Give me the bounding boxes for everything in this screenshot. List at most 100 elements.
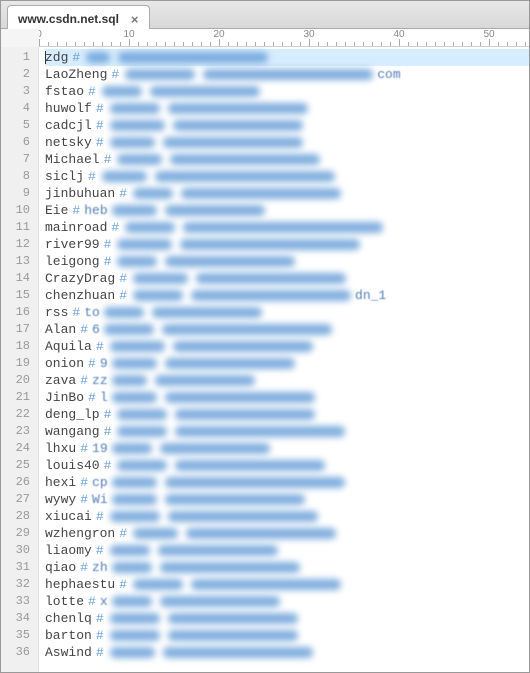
username: hexi [45, 475, 76, 490]
file-tab[interactable]: www.csdn.net.sql × [7, 5, 150, 29]
code-area[interactable]: zdg#LaoZheng#comfstao#huwolf#cadcjl#nets… [39, 47, 529, 672]
obscured-content [102, 171, 335, 182]
partial-text: Wi [92, 492, 110, 507]
separator: # [68, 50, 84, 65]
obscured-content [133, 290, 351, 301]
username: wywy [45, 492, 76, 507]
obscured-content [110, 103, 308, 114]
separator: # [100, 407, 116, 422]
code-line[interactable]: Alan#6 [45, 321, 529, 338]
code-line[interactable]: netsky# [45, 134, 529, 151]
obscured-content [112, 392, 315, 403]
obscured-content [110, 647, 313, 658]
tab-title: www.csdn.net.sql [18, 12, 119, 26]
line-number: 26 [1, 474, 38, 491]
code-line[interactable]: xiucai# [45, 508, 529, 525]
code-line[interactable]: hephaestu# [45, 576, 529, 593]
separator: # [84, 390, 100, 405]
username: hephaestu [45, 577, 115, 592]
obscured-content [112, 494, 305, 505]
editor-window: www.csdn.net.sql × 0102030405060 1234567… [0, 0, 530, 673]
code-line[interactable]: huwolf# [45, 100, 529, 117]
code-line[interactable]: cadcjl# [45, 117, 529, 134]
code-line[interactable]: lotte#x [45, 593, 529, 610]
code-line[interactable]: jinbuhuan# [45, 185, 529, 202]
partial-text: x [100, 594, 110, 609]
separator: # [68, 203, 84, 218]
line-number: 1 [1, 49, 38, 66]
code-line[interactable]: Aswind# [45, 644, 529, 661]
username: qiao [45, 560, 76, 575]
obscured-content [133, 273, 346, 284]
line-number: 35 [1, 627, 38, 644]
username: barton [45, 628, 92, 643]
code-line[interactable]: river99# [45, 236, 529, 253]
separator: # [84, 356, 100, 371]
username: fstao [45, 84, 84, 99]
code-line[interactable]: rss#to [45, 304, 529, 321]
line-number: 21 [1, 389, 38, 406]
line-number: 17 [1, 321, 38, 338]
username: leigong [45, 254, 100, 269]
code-line[interactable]: onion#9 [45, 355, 529, 372]
code-line[interactable]: LaoZheng#com [45, 66, 529, 83]
code-line[interactable]: siclj# [45, 168, 529, 185]
line-number: 9 [1, 185, 38, 202]
username: JinBo [45, 390, 84, 405]
separator: # [68, 305, 84, 320]
code-line[interactable]: Aquila# [45, 338, 529, 355]
separator: # [115, 577, 131, 592]
username: Michael [45, 152, 100, 167]
username: wangang [45, 424, 100, 439]
obscured-content [133, 528, 336, 539]
partial-text: l [100, 390, 110, 405]
code-line[interactable]: fstao# [45, 83, 529, 100]
line-number: 23 [1, 423, 38, 440]
code-line[interactable]: leigong# [45, 253, 529, 270]
username: netsky [45, 135, 92, 150]
code-line[interactable]: zdg# [45, 49, 529, 66]
code-line[interactable]: liaomy# [45, 542, 529, 559]
code-line[interactable]: Michael# [45, 151, 529, 168]
code-line[interactable]: zava#zz [45, 372, 529, 389]
obscured-content [112, 596, 280, 607]
separator: # [115, 186, 131, 201]
line-number: 25 [1, 457, 38, 474]
obscured-content [104, 324, 332, 335]
username: Aquila [45, 339, 92, 354]
username: xiucai [45, 509, 92, 524]
line-number: 3 [1, 83, 38, 100]
code-line[interactable]: wangang# [45, 423, 529, 440]
code-line[interactable]: hexi#cp [45, 474, 529, 491]
line-number: 36 [1, 644, 38, 661]
partial-text: zh [92, 560, 110, 575]
code-line[interactable]: Eie#heb [45, 202, 529, 219]
separator: # [92, 135, 108, 150]
code-line[interactable]: wywy#Wi [45, 491, 529, 508]
obscured-content [86, 52, 268, 63]
obscured-content [133, 188, 341, 199]
obscured-content [117, 239, 360, 250]
obscured-content [117, 426, 345, 437]
code-line[interactable]: mainroad# [45, 219, 529, 236]
code-line[interactable]: barton# [45, 627, 529, 644]
code-line[interactable]: wzhengron# [45, 525, 529, 542]
separator: # [92, 509, 108, 524]
obscured-content [104, 307, 262, 318]
code-line[interactable]: CrazyDrag# [45, 270, 529, 287]
separator: # [84, 84, 100, 99]
separator: # [92, 118, 108, 133]
code-line[interactable]: JinBo#l [45, 389, 529, 406]
username: Eie [45, 203, 68, 218]
code-line[interactable]: chenlq# [45, 610, 529, 627]
code-line[interactable]: louis40# [45, 457, 529, 474]
username: lhxu [45, 441, 76, 456]
line-number: 8 [1, 168, 38, 185]
obscured-content [112, 562, 300, 573]
code-line[interactable]: qiao#zh [45, 559, 529, 576]
code-line[interactable]: lhxu#19 [45, 440, 529, 457]
username: chenlq [45, 611, 92, 626]
code-line[interactable]: chenzhuan#dn_1 [45, 287, 529, 304]
code-line[interactable]: deng_lp# [45, 406, 529, 423]
close-icon[interactable]: × [129, 13, 141, 26]
